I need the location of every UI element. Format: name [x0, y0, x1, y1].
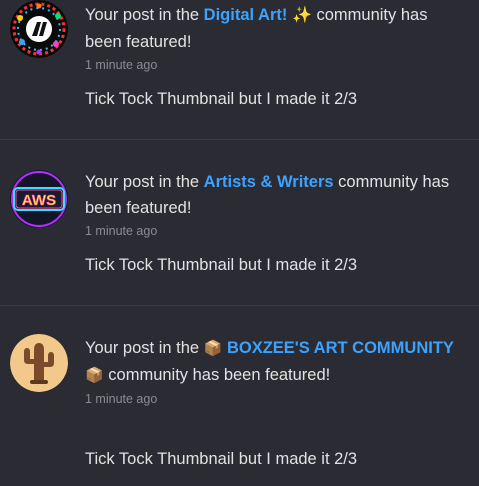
community-link[interactable]: BOXZEE'S ART COMMUNITY	[227, 339, 454, 357]
package-icon: 📦	[203, 340, 223, 357]
community-avatar[interactable]	[10, 334, 68, 392]
headline-prefix: Your post in the	[85, 173, 200, 191]
community-link[interactable]: Artists & Writers	[204, 173, 334, 191]
notification-content: Your post in the 📦 BOXZEE'S ART COMMUNIT…	[85, 335, 463, 407]
notification-item[interactable]: Your post in the 📦 BOXZEE'S ART COMMUNIT…	[0, 306, 479, 486]
digital-art-logo-icon	[10, 0, 68, 58]
notification-item[interactable]: Your post in the Digital Art! ✨ communit…	[0, 0, 479, 140]
svg-text:AWS: AWS	[22, 192, 56, 209]
aws-neon-logo-icon: AWS	[10, 170, 68, 228]
timestamp: 1 minute ago	[85, 58, 158, 72]
notification-headline: Your post in the Digital Art! ✨ communit…	[85, 2, 463, 55]
notification-item[interactable]: AWS Your post in the Artists & Writers c…	[0, 140, 479, 306]
headline-suffix: community has been featured!	[108, 366, 331, 384]
package-icon: 📦	[85, 367, 104, 384]
timestamp: 1 minute ago	[85, 224, 158, 238]
post-title[interactable]: Tick Tock Thumbnail but I made it 2/3	[85, 450, 357, 469]
notification-headline: Your post in the Artists & Writers commu…	[85, 169, 463, 221]
timestamp: 1 minute ago	[85, 392, 158, 406]
community-link[interactable]: Digital Art!	[204, 6, 288, 24]
notification-headline: Your post in the 📦 BOXZEE'S ART COMMUNIT…	[85, 335, 463, 389]
community-avatar[interactable]: AWS	[10, 170, 68, 228]
post-title[interactable]: Tick Tock Thumbnail but I made it 2/3	[85, 256, 357, 275]
notification-content: Your post in the Artists & Writers commu…	[85, 169, 463, 239]
sparkle-icon: ✨	[291, 7, 312, 24]
community-avatar[interactable]	[10, 0, 68, 58]
post-title[interactable]: Tick Tock Thumbnail but I made it 2/3	[85, 90, 357, 109]
notification-content: Your post in the Digital Art! ✨ communit…	[85, 2, 463, 73]
notification-list: Your post in the Digital Art! ✨ communit…	[0, 0, 479, 480]
cactus-logo-icon	[10, 334, 68, 392]
headline-prefix: Your post in the	[85, 6, 200, 24]
headline-prefix: Your post in the	[85, 339, 200, 357]
